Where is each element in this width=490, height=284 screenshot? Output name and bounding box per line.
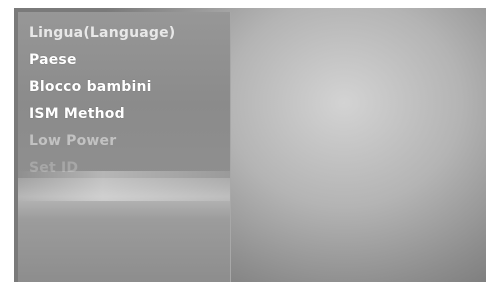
menu-item-country[interactable]: Paese xyxy=(29,47,175,74)
setup-menu-list: Lingua(Language) Paese Blocco bambini IS… xyxy=(29,20,175,182)
menu-highlight-band xyxy=(18,171,230,201)
menu-item-low-power: Low Power xyxy=(29,133,117,149)
setup-menu-panel: Lingua(Language) Paese Blocco bambini IS… xyxy=(18,12,231,178)
tv-screen: Lingua(Language) Paese Blocco bambini IS… xyxy=(14,8,486,282)
menu-item-child-lock[interactable]: Blocco bambini xyxy=(29,74,175,101)
menu-item-language[interactable]: Lingua(Language) xyxy=(29,20,175,47)
menu-item-ism-method[interactable]: ISM Method xyxy=(29,101,175,128)
